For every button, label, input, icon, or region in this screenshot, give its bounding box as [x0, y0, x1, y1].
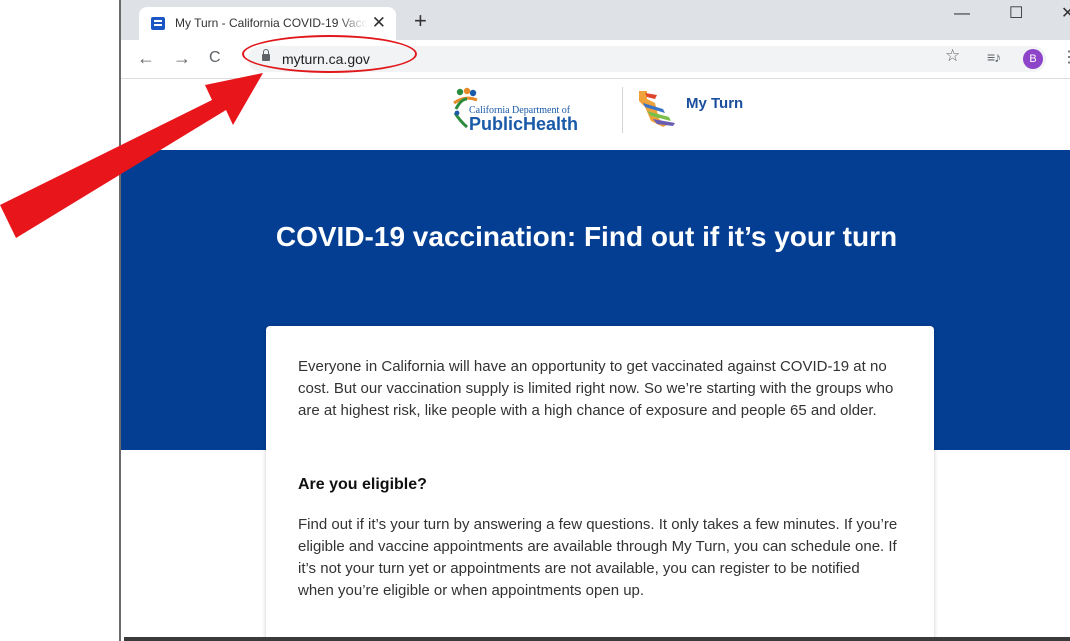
more-menu-icon[interactable]: ⋮	[1061, 48, 1070, 68]
header-divider	[622, 87, 623, 133]
maximize-button[interactable]: ☐	[1009, 4, 1023, 24]
cdph-name-text: PublicHealth	[469, 114, 579, 134]
cdph-logo[interactable]: California Department of PublicHealth	[451, 83, 601, 134]
tab-close-icon[interactable]: ✕	[372, 13, 386, 33]
red-arrow-icon	[0, 73, 263, 238]
page-title: COVID-19 vaccination: Find out if it’s y…	[275, 221, 898, 252]
profile-avatar[interactable]: B	[1023, 49, 1043, 69]
myturn-logo-icon[interactable]	[635, 89, 685, 129]
intro-paragraph: Everyone in California will have an oppo…	[298, 358, 894, 419]
eligibility-heading: Are you eligible?	[298, 476, 427, 493]
media-control-icon[interactable]: ≡♪	[987, 47, 1001, 67]
myturn-logo-text[interactable]: My Turn	[686, 95, 743, 112]
minimize-button[interactable]: —	[954, 4, 970, 24]
close-window-button[interactable]: ✕	[1061, 4, 1070, 24]
eligibility-paragraph: Find out if it’s your turn by answering …	[298, 516, 898, 599]
window-bottom-edge	[124, 637, 1070, 641]
star-icon[interactable]: ☆	[945, 46, 960, 66]
new-tab-button[interactable]: +	[414, 10, 427, 32]
info-card: Everyone in California will have an oppo…	[266, 326, 934, 641]
